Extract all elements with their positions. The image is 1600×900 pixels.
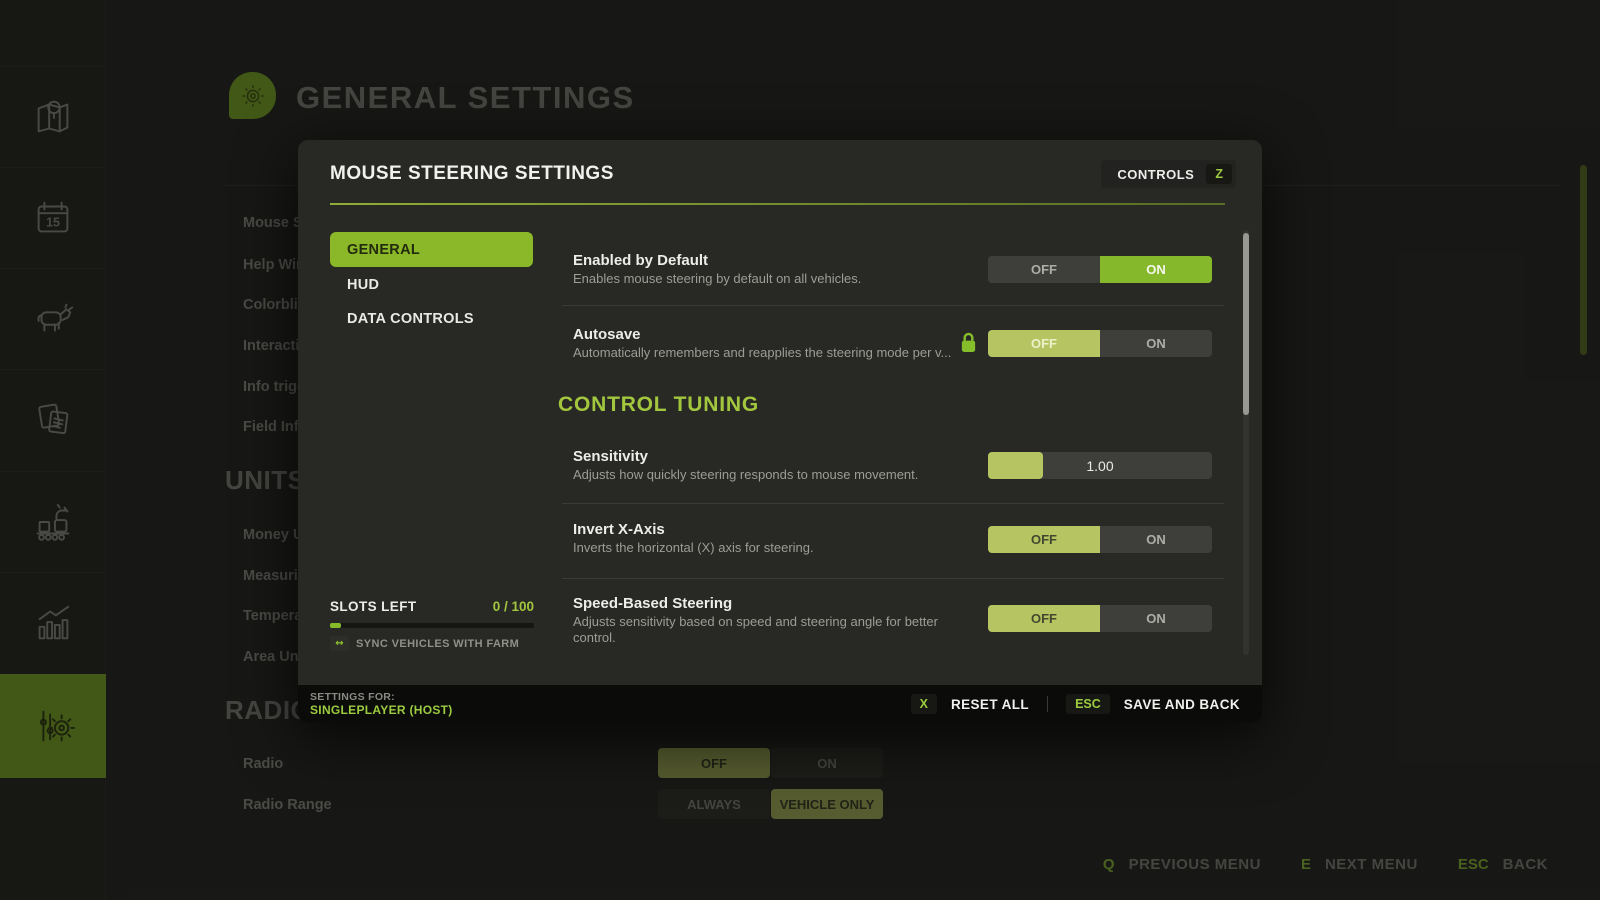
- footer-actions: X RESET ALL ESC SAVE AND BACK: [911, 694, 1240, 714]
- dialog-footer: SETTINGS FOR: SINGLEPLAYER (HOST) X RESE…: [298, 685, 1262, 723]
- setting-label-invert-x-axis: Invert X-Axis: [573, 521, 665, 538]
- title-underline: [330, 203, 1225, 205]
- dialog-body: MOUSE STEERING SETTINGS CONTROLS Z GENER…: [298, 140, 1262, 685]
- slots-progress-bar: [330, 623, 534, 628]
- toggle-on-button[interactable]: ON: [1100, 330, 1212, 357]
- sync-vehicles-label: SYNC VEHICLES WITH FARM: [356, 638, 519, 650]
- tab-data-controls[interactable]: DATA CONTROLS: [330, 301, 533, 336]
- toggle-autosave: OFF ON: [988, 330, 1212, 357]
- controls-button-label: CONTROLS: [1117, 167, 1194, 182]
- tab-hud[interactable]: HUD: [330, 267, 533, 302]
- setting-label-sensitivity: Sensitivity: [573, 448, 648, 465]
- setting-desc-speed-based-steering: Adjusts sensitivity based on speed and s…: [573, 614, 963, 645]
- row-divider: [562, 503, 1224, 504]
- setting-label-autosave: Autosave: [573, 326, 641, 343]
- mouse-steering-settings-dialog: MOUSE STEERING SETTINGS CONTROLS Z GENER…: [298, 140, 1262, 723]
- settings-for-value: SINGLEPLAYER (HOST): [310, 704, 453, 717]
- slots-left-value: 0 / 100: [330, 599, 534, 614]
- save-and-back-button[interactable]: SAVE AND BACK: [1124, 697, 1240, 712]
- lock-icon: [959, 331, 978, 354]
- row-divider: [562, 578, 1224, 579]
- setting-label-enabled-by-default: Enabled by Default: [573, 252, 708, 269]
- dialog-title: MOUSE STEERING SETTINGS: [330, 163, 614, 185]
- toggle-off-button[interactable]: OFF: [988, 330, 1100, 357]
- toggle-invert-x-axis: OFF ON: [988, 526, 1212, 553]
- controls-button[interactable]: CONTROLS Z: [1101, 160, 1236, 188]
- row-divider: [562, 305, 1224, 306]
- toggle-on-button[interactable]: ON: [1100, 256, 1212, 283]
- screen: 15: [0, 0, 1600, 900]
- section-heading-control-tuning: CONTROL TUNING: [558, 393, 759, 417]
- toggle-off-button[interactable]: OFF: [988, 256, 1100, 283]
- tab-general[interactable]: GENERAL: [330, 232, 533, 267]
- setting-label-speed-based-steering: Speed-Based Steering: [573, 595, 732, 612]
- save-keycap: ESC: [1066, 694, 1110, 714]
- setting-desc-autosave: Automatically remembers and reapplies th…: [573, 345, 951, 361]
- toggle-on-button[interactable]: ON: [1100, 526, 1212, 553]
- settings-for: SETTINGS FOR: SINGLEPLAYER (HOST): [310, 691, 453, 717]
- sensitivity-slider[interactable]: 1.00: [988, 452, 1212, 479]
- setting-desc-sensitivity: Adjusts how quickly steering responds to…: [573, 467, 918, 483]
- toggle-on-button[interactable]: ON: [1100, 605, 1212, 632]
- controls-keycap: Z: [1206, 164, 1232, 184]
- sensitivity-value: 1.00: [988, 452, 1212, 479]
- reset-all-button[interactable]: RESET ALL: [951, 697, 1029, 712]
- reset-keycap: X: [911, 694, 937, 714]
- dialog-scrollbar-thumb[interactable]: [1243, 233, 1249, 415]
- toggle-off-button[interactable]: OFF: [988, 605, 1100, 632]
- toggle-off-button[interactable]: OFF: [988, 526, 1100, 553]
- footer-separator: [1047, 696, 1048, 712]
- setting-desc-invert-x-axis: Inverts the horizontal (X) axis for stee…: [573, 540, 814, 556]
- sync-icon: ↔: [330, 636, 349, 651]
- setting-desc-enabled-by-default: Enables mouse steering by default on all…: [573, 271, 861, 287]
- slots-progress-fill: [330, 623, 341, 628]
- toggle-enabled-by-default: OFF ON: [988, 256, 1212, 283]
- toggle-speed-based-steering: OFF ON: [988, 605, 1212, 632]
